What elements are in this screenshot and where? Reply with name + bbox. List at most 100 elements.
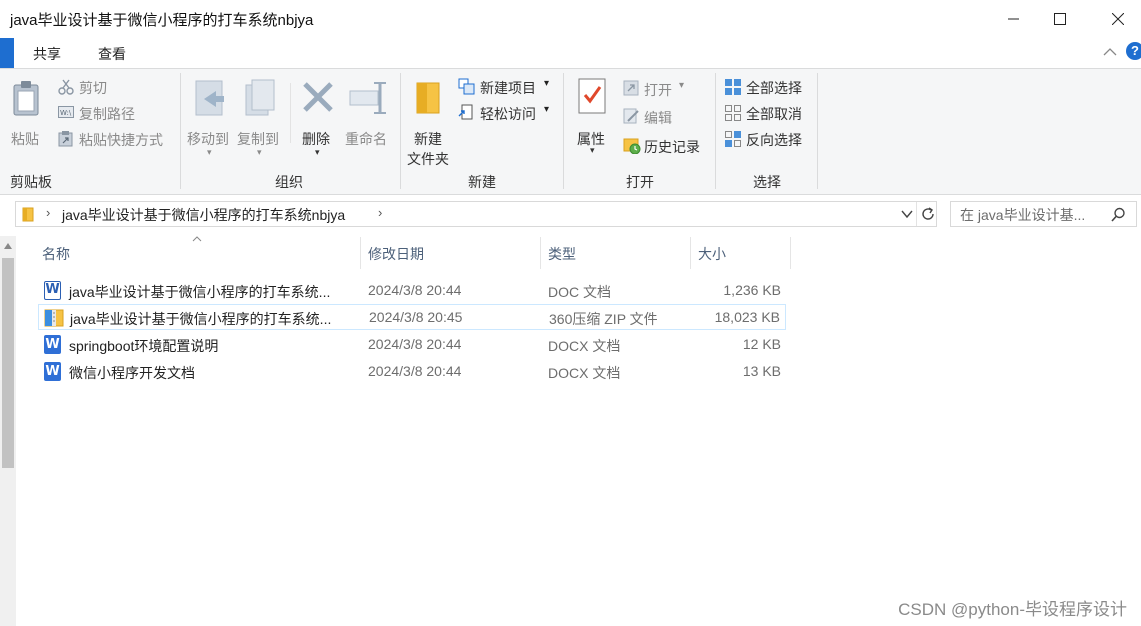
column-divider[interactable] [790, 237, 791, 269]
file-type: DOCX 文档 [548, 338, 621, 354]
new-group-label: 新建 [468, 174, 496, 190]
scroll-up-icon[interactable] [3, 242, 13, 250]
column-header-date[interactable]: 修改日期 [368, 244, 424, 264]
move-to-button[interactable]: 移动到 ▾ [186, 77, 234, 162]
copy-to-label: 复制到 [237, 131, 279, 147]
file-size: 1,236 KB [723, 282, 781, 298]
close-button[interactable] [1095, 0, 1141, 38]
file-name: springboot环境配置说明 [69, 338, 219, 354]
word-docx-icon: W [44, 335, 61, 354]
file-row[interactable]: W springboot环境配置说明 2024/3/8 20:44 DOCX 文… [38, 332, 786, 358]
chevron-down-icon: ▾ [207, 147, 212, 157]
ribbon-divider [715, 73, 716, 189]
file-type: DOC 文档 [548, 284, 611, 300]
file-date: 2024/3/8 20:45 [369, 309, 463, 325]
new-item-label: 新建项目 [480, 80, 536, 96]
open-icon [623, 80, 639, 96]
collapse-ribbon-icon[interactable] [1103, 46, 1117, 58]
window-title: java毕业设计基于微信小程序的打车系统nbjya [10, 12, 314, 29]
copy-path-label: 复制路径 [79, 106, 135, 122]
invert-selection-label: 反向选择 [746, 132, 802, 148]
file-row[interactable]: java毕业设计基于微信小程序的打车系统... 2024/3/8 20:45 3… [38, 304, 786, 330]
minimize-button[interactable] [991, 0, 1037, 38]
svg-text:W:\: W:\ [60, 109, 72, 117]
properties-button[interactable]: 属性 ▾ [572, 77, 616, 162]
scrollbar-thumb[interactable] [2, 258, 14, 468]
paste-button[interactable]: 粘贴 [6, 77, 46, 157]
column-divider[interactable] [360, 237, 361, 269]
chevron-down-icon[interactable] [901, 210, 913, 219]
clipboard-group-label: 剪贴板 [10, 174, 52, 190]
move-to-icon [195, 80, 224, 116]
chevron-down-icon: ▾ [544, 78, 550, 89]
ribbon-divider [290, 83, 291, 143]
file-size: 13 KB [742, 363, 781, 379]
ribbon-divider [563, 73, 564, 189]
copy-to-icon [245, 79, 275, 116]
file-size: 12 KB [742, 336, 781, 352]
zip-archive-icon [44, 309, 64, 327]
rename-label: 重命名 [345, 131, 387, 147]
ribbon-divider [180, 73, 181, 189]
cut-label: 剪切 [79, 80, 107, 96]
address-bar[interactable]: › java毕业设计基于微信小程序的打车系统nbjya › [15, 201, 937, 227]
search-icon[interactable] [1111, 207, 1126, 222]
ribbon-divider [400, 73, 401, 189]
column-divider[interactable] [690, 237, 691, 269]
column-header-name[interactable]: 名称 [42, 244, 70, 264]
file-row[interactable]: W java毕业设计基于微信小程序的打车系统... 2024/3/8 20:44… [38, 278, 786, 304]
file-name: java毕业设计基于微信小程序的打车系统... [69, 284, 331, 300]
chevron-right-icon[interactable]: › [378, 205, 382, 220]
help-icon[interactable]: ? [1126, 42, 1141, 60]
chevron-down-icon: ▾ [257, 147, 262, 157]
maximize-icon [1054, 13, 1066, 25]
word-docx-icon: W [44, 362, 61, 381]
delete-button[interactable]: 删除 ▾ [298, 77, 338, 162]
history-icon [623, 138, 641, 154]
rename-button[interactable]: 重命名 [344, 77, 394, 157]
scissors-icon [58, 79, 74, 95]
organize-group-label: 组织 [275, 174, 303, 190]
column-header-type[interactable]: 类型 [548, 244, 576, 264]
new-folder-label-line1: 新建 [414, 131, 442, 147]
edit-icon [623, 108, 639, 124]
chevron-right-icon[interactable]: › [46, 205, 50, 220]
maximize-button[interactable] [1037, 0, 1083, 38]
file-row[interactable]: W 微信小程序开发文档 2024/3/8 20:44 DOCX 文档 13 KB [38, 359, 786, 385]
watermark: CSDN @python-毕设程序设计 [898, 600, 1127, 619]
new-folder-button[interactable]: 新建 文件夹 [404, 77, 456, 167]
tab-view[interactable]: 查看 [98, 44, 126, 64]
easy-access-icon [458, 104, 473, 120]
new-folder-icon [416, 82, 440, 114]
invert-selection-icon [725, 131, 741, 147]
column-header-size[interactable]: 大小 [698, 244, 726, 264]
title-bar: java毕业设计基于微信小程序的打车系统nbjya [0, 0, 1141, 38]
new-item-icon [458, 78, 475, 95]
word-doc-icon: W [44, 281, 61, 300]
select-none-label: 全部取消 [746, 106, 802, 122]
edit-label: 编辑 [644, 110, 672, 126]
ribbon-divider [817, 73, 818, 189]
ribbon-tabs: 共享 查看 ? [0, 38, 1141, 68]
sort-ascending-icon [192, 236, 202, 242]
tab-share[interactable]: 共享 [33, 44, 61, 64]
properties-icon [578, 78, 606, 114]
file-tab[interactable] [0, 38, 14, 68]
file-type: 360压缩 ZIP 文件 [549, 311, 658, 327]
select-group-label: 选择 [753, 174, 781, 190]
file-date: 2024/3/8 20:44 [368, 363, 462, 379]
chevron-down-icon: ▾ [315, 147, 320, 157]
column-divider[interactable] [540, 237, 541, 269]
open-label: 打开 [644, 82, 672, 98]
open-group-label: 打开 [626, 174, 654, 190]
paste-shortcut-icon [58, 131, 73, 147]
search-input[interactable]: 在 java毕业设计基... [960, 205, 1085, 225]
history-label: 历史记录 [644, 139, 700, 155]
copy-to-button[interactable]: 复制到 ▾ [236, 77, 284, 162]
search-box[interactable]: 在 java毕业设计基... [950, 201, 1137, 227]
refresh-icon[interactable] [920, 206, 936, 222]
breadcrumb-folder[interactable]: java毕业设计基于微信小程序的打车系统nbjya [62, 205, 345, 225]
select-all-label: 全部选择 [746, 80, 802, 96]
paste-icon [13, 81, 39, 116]
minimize-icon [1008, 18, 1019, 20]
